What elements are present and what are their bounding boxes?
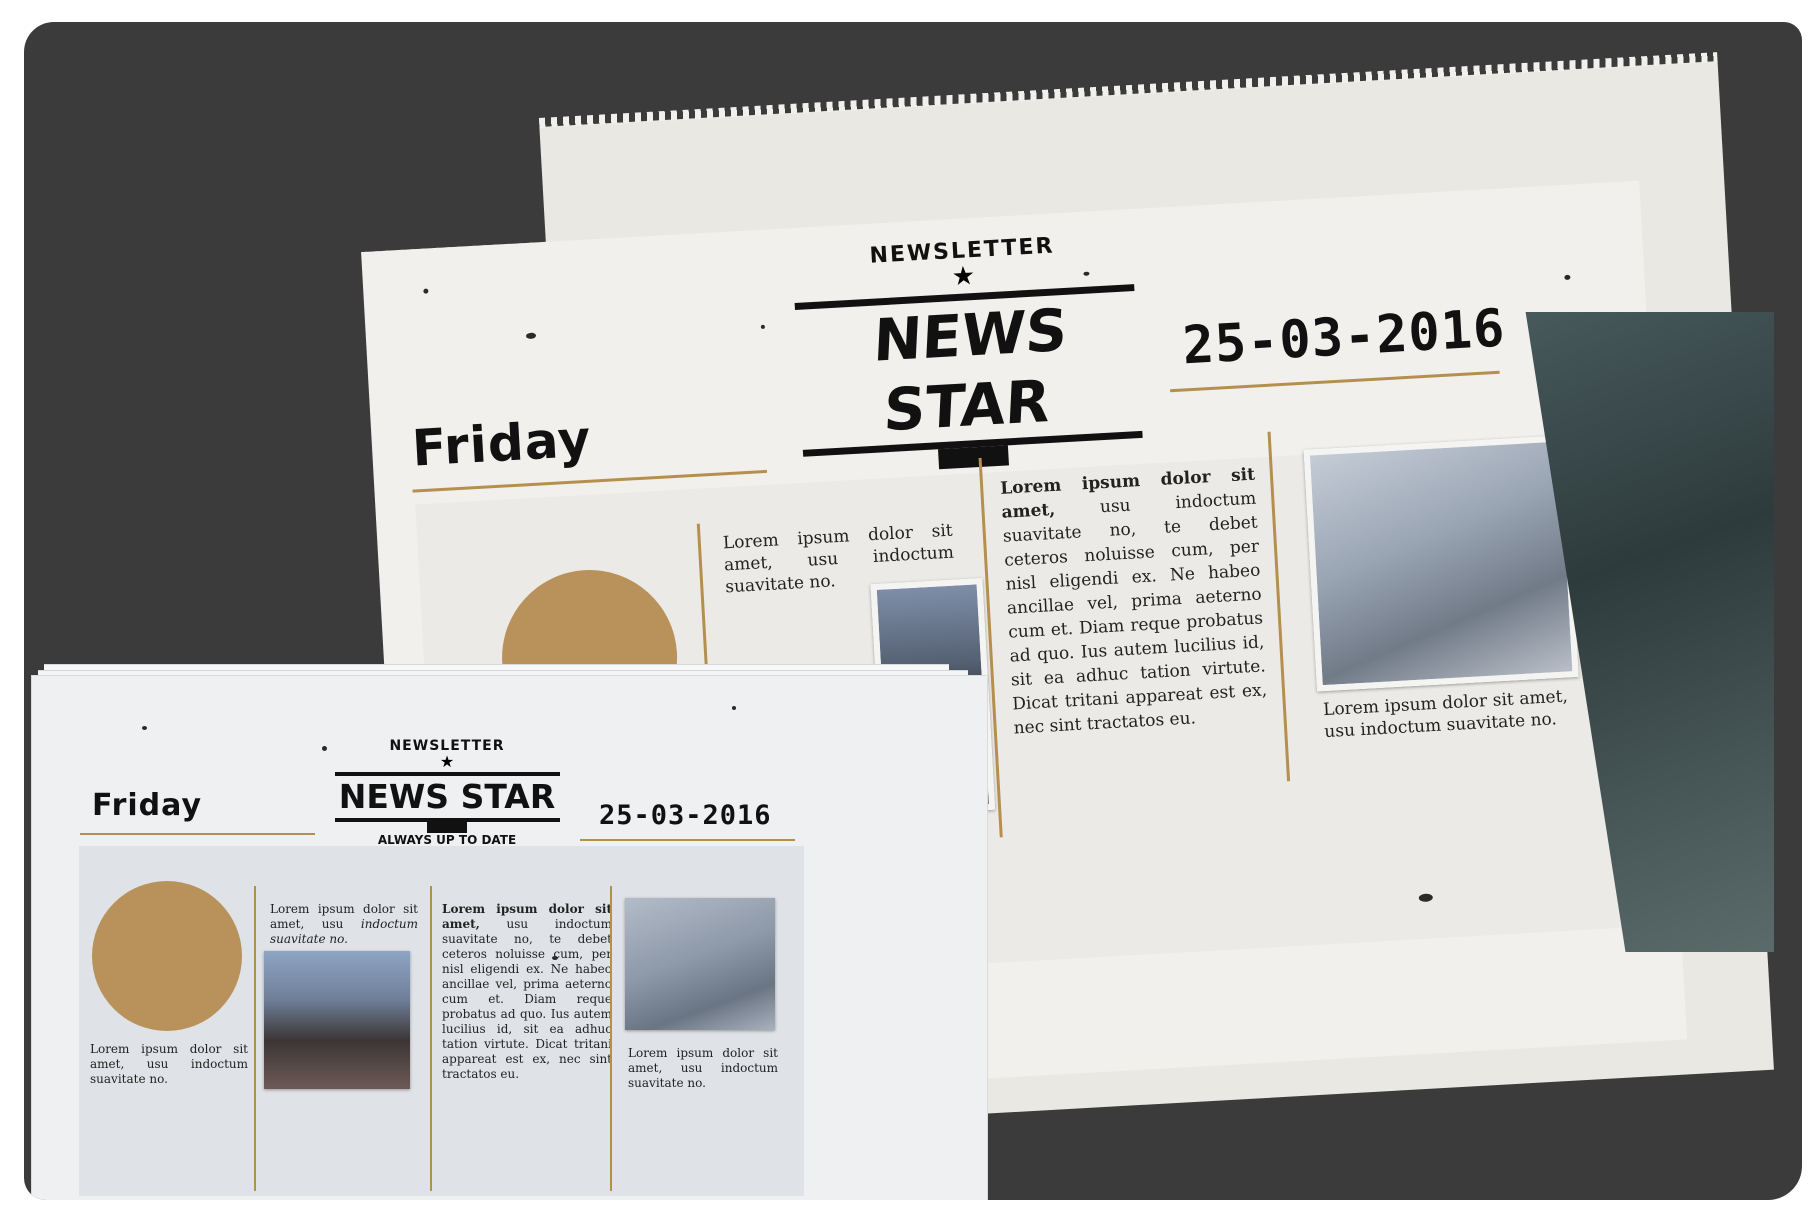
article-col0: Lorem ipsum dolor sit amet, usu indoctum…	[90, 1042, 248, 1087]
ink-speck	[423, 288, 429, 294]
ink-speck	[552, 956, 558, 960]
small-newspaper: Friday NEWSLETTER ★ NEWS STAR ALWAYS UP …	[32, 676, 987, 1200]
ink-speck	[322, 746, 327, 751]
column-divider	[610, 886, 612, 1191]
street-photo	[264, 951, 410, 1089]
article-col2-text: usu indoctum suavitate no, te debet cete…	[1002, 488, 1268, 739]
ink-speck	[1564, 274, 1571, 281]
masthead-logo: NEWSLETTER ★ NEWS STAR ALWAYS UP TO DATE	[327, 738, 567, 847]
masthead-tab	[427, 822, 467, 833]
snow-road-photo	[625, 898, 775, 1030]
column-divider	[430, 886, 432, 1191]
article-col2: Lorem ipsum dolor sit amet, usu indoctum…	[1000, 463, 1269, 741]
torn-edge	[538, 52, 1718, 129]
star-icon: ★	[439, 752, 455, 771]
article-col0-text: Lorem ipsum dolor sit amet, usu indoctum…	[90, 1042, 248, 1086]
masthead-tab	[938, 445, 1010, 470]
masthead-logo: NEWSLETTER ★ NEWS STAR ALWAYS UP TO DATE	[782, 229, 1156, 506]
gold-rule	[80, 833, 315, 835]
tagline-arc-label: ALWAYS UP TO DATE	[377, 833, 517, 847]
masthead-title: NEWS STAR	[338, 777, 556, 816]
date-label: 25-03-2016	[599, 800, 772, 831]
article-col2-text: usu indoctum suavitate no, te debet cete…	[442, 917, 612, 1081]
day-label: Friday	[410, 409, 593, 478]
dark-background: Friday NEWSLETTER ★ NEWS STAR ALWAYS UP …	[24, 22, 1802, 1200]
masthead-title: NEWS STAR	[871, 295, 1069, 445]
gold-rule	[580, 839, 795, 841]
article-col3: Lorem ipsum dolor sit amet, usu indoctum…	[628, 1046, 778, 1091]
column-divider	[254, 886, 256, 1191]
ink-speck	[525, 332, 537, 340]
teapot-badge-icon	[92, 881, 242, 1031]
article-col2: Lorem ipsum dolor sit amet, usu indoctum…	[442, 902, 612, 1082]
ink-speck	[732, 706, 736, 710]
ink-speck	[142, 726, 147, 730]
ink-speck	[760, 324, 766, 329]
article-col3-text: Lorem ipsum dolor sit amet, usu indoctum…	[628, 1046, 778, 1090]
snow-road-photo	[1303, 435, 1579, 692]
date-label: 25-03-2016	[1180, 298, 1507, 377]
article-col1: Lorem ipsum dolor sit amet, usu indoctum…	[270, 902, 418, 947]
day-label: Friday	[92, 788, 203, 823]
